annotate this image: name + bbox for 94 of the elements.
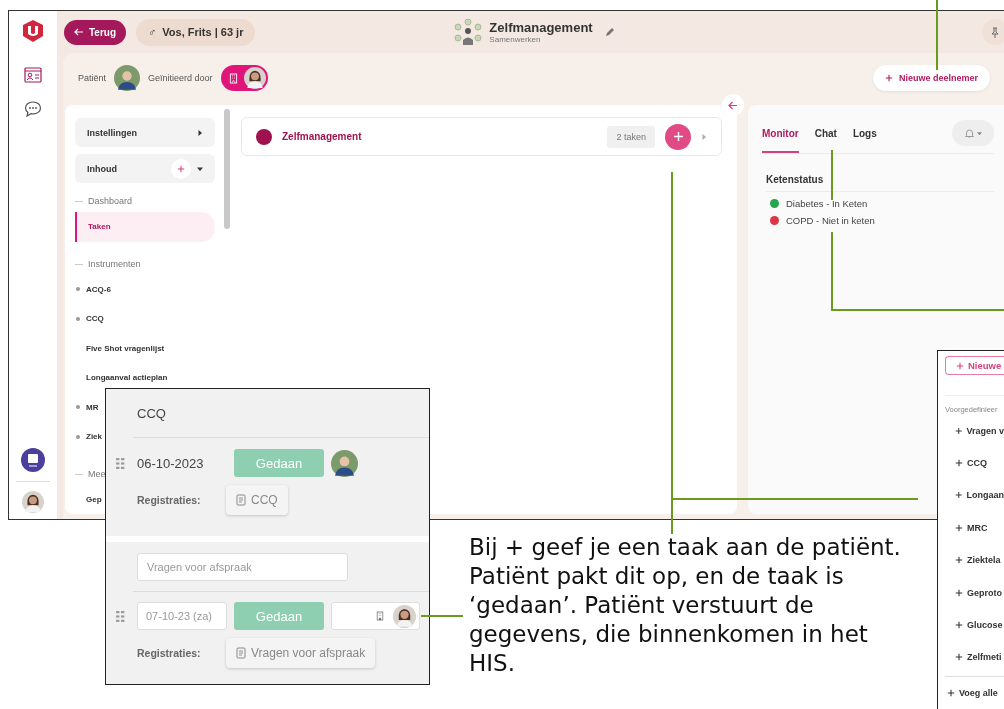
arrow-left-icon bbox=[728, 100, 738, 110]
section-label: Dashboard bbox=[75, 190, 215, 212]
menu-item[interactable]: Vragen v bbox=[945, 414, 1004, 447]
back-button[interactable]: Terug bbox=[64, 19, 127, 45]
avatar bbox=[393, 604, 416, 628]
plus-icon bbox=[955, 426, 963, 435]
status-label: Diabetes - In Keten bbox=[786, 198, 868, 209]
avatar bbox=[331, 449, 358, 477]
leader-line bbox=[831, 150, 833, 200]
document-icon bbox=[236, 647, 246, 659]
bell-icon bbox=[964, 128, 974, 138]
caret-icon bbox=[976, 130, 982, 136]
drag-handle-icon[interactable] bbox=[116, 610, 125, 622]
group-label: Inhoud bbox=[87, 163, 118, 174]
assignee-field[interactable] bbox=[331, 602, 420, 630]
pin-icon bbox=[990, 26, 1000, 38]
logo-icon[interactable] bbox=[22, 19, 44, 43]
initiator-pill[interactable] bbox=[220, 65, 268, 91]
registrations-label: Registraties: bbox=[137, 494, 202, 506]
task-name-field[interactable]: Vragen voor afspraak bbox=[137, 553, 348, 581]
plus-icon bbox=[672, 131, 684, 142]
nav-item[interactable]: Longaanval actieplan bbox=[75, 370, 168, 385]
menu-item[interactable]: Zelfmeti bbox=[945, 641, 1004, 674]
tab[interactable]: Monitor bbox=[762, 113, 799, 153]
notification-button[interactable] bbox=[952, 120, 994, 146]
new-participant-button[interactable]: Nieuwe deelnemer bbox=[872, 65, 990, 91]
menu-item[interactable]: Geproto bbox=[945, 576, 1004, 609]
menu-group[interactable]: Instellingen bbox=[75, 118, 215, 147]
caret-icon[interactable] bbox=[701, 133, 707, 140]
tab[interactable]: Chat bbox=[814, 113, 837, 153]
help-icon[interactable] bbox=[21, 448, 45, 472]
page-subtitle: Samenwerken bbox=[489, 35, 542, 44]
drag-handle-icon[interactable] bbox=[116, 457, 125, 469]
plus-icon bbox=[955, 621, 963, 629]
status-circle-icon bbox=[256, 128, 272, 145]
plus-icon bbox=[955, 588, 963, 597]
nav-item[interactable]: Five Shot vragenlijst bbox=[75, 341, 165, 356]
page-title: Zelfmanagement bbox=[489, 20, 593, 35]
patient-name: Vos, Frits | 63 jr bbox=[162, 26, 244, 38]
section-label: Instrumenten bbox=[75, 252, 215, 275]
id-card-icon[interactable] bbox=[24, 67, 42, 83]
plus-icon bbox=[177, 164, 185, 173]
building-icon bbox=[228, 72, 238, 84]
task-date: 06-10-2023 bbox=[137, 455, 205, 471]
patient-label: Patiënt bbox=[78, 73, 107, 83]
menu-group[interactable]: Inhoud bbox=[75, 154, 215, 183]
plus-icon bbox=[955, 459, 963, 468]
plus-icon bbox=[956, 361, 964, 370]
task-count: 2 taken bbox=[607, 125, 655, 148]
card-title: Zelfmanagement bbox=[282, 131, 363, 142]
plus-icon bbox=[955, 556, 963, 565]
scrollbar[interactable] bbox=[224, 109, 230, 229]
add-task-button[interactable] bbox=[665, 123, 691, 150]
menu-item[interactable]: Ziektela bbox=[945, 544, 1004, 577]
document-icon bbox=[236, 494, 246, 506]
status-label: COPD - Niet in keten bbox=[786, 215, 875, 226]
gender-symbol: ♂ bbox=[148, 26, 157, 38]
annotation-text: Bij + geef je een taak aan de patiënt. Patiënt pakt dit op, en de taak is ‘gedaan’. Patiënt verstuurt de gegevens, die binnenkomen in het HIS. bbox=[469, 533, 902, 678]
team-icon bbox=[453, 18, 484, 46]
group-label: Instellingen bbox=[87, 127, 138, 138]
menu-item[interactable]: CCQ bbox=[945, 446, 1004, 480]
add-all-item[interactable]: Voeg alle bbox=[945, 675, 1004, 709]
initiator-label: Geïnitieerd door bbox=[148, 73, 213, 83]
nav-item[interactable]: MR bbox=[75, 400, 99, 415]
plus-icon bbox=[884, 74, 893, 82]
avatar bbox=[22, 491, 44, 513]
avatar bbox=[243, 67, 266, 89]
nav-item[interactable]: CCQ bbox=[75, 311, 104, 326]
menu-item[interactable]: Longaan bbox=[945, 479, 1004, 512]
leader-line bbox=[936, 0, 938, 70]
arrow-left-icon bbox=[74, 28, 84, 36]
task-title: CCQ bbox=[133, 389, 429, 438]
menu-item[interactable]: MRC bbox=[945, 511, 1004, 545]
avatar bbox=[114, 65, 141, 91]
nav-item[interactable]: Taken bbox=[75, 212, 215, 242]
patient-chip[interactable]: ♂ Vos, Frits | 63 jr bbox=[136, 18, 256, 46]
nav-item[interactable]: ACQ-6 bbox=[75, 282, 111, 297]
task-card[interactable]: Zelfmanagement 2 taken bbox=[241, 117, 722, 156]
nav-item[interactable]: Gep bbox=[75, 492, 102, 507]
registrations-label: Registraties: bbox=[137, 647, 202, 659]
building-icon bbox=[376, 611, 384, 621]
plus-icon bbox=[947, 688, 955, 697]
pin-button[interactable] bbox=[982, 19, 1004, 45]
menu-item[interactable]: Glucose bbox=[945, 608, 1004, 642]
plus-icon bbox=[955, 523, 963, 532]
plus-icon bbox=[955, 491, 963, 500]
leader-line bbox=[421, 615, 463, 617]
tab[interactable]: Logs bbox=[852, 113, 877, 153]
plus-icon bbox=[955, 653, 963, 662]
chat-icon[interactable] bbox=[24, 100, 42, 118]
add-button[interactable] bbox=[171, 158, 191, 179]
new-task-button[interactable]: Nieuwe bbox=[945, 356, 1004, 376]
pencil-icon[interactable] bbox=[604, 27, 615, 37]
nav-item[interactable]: Ziek bbox=[75, 429, 102, 444]
